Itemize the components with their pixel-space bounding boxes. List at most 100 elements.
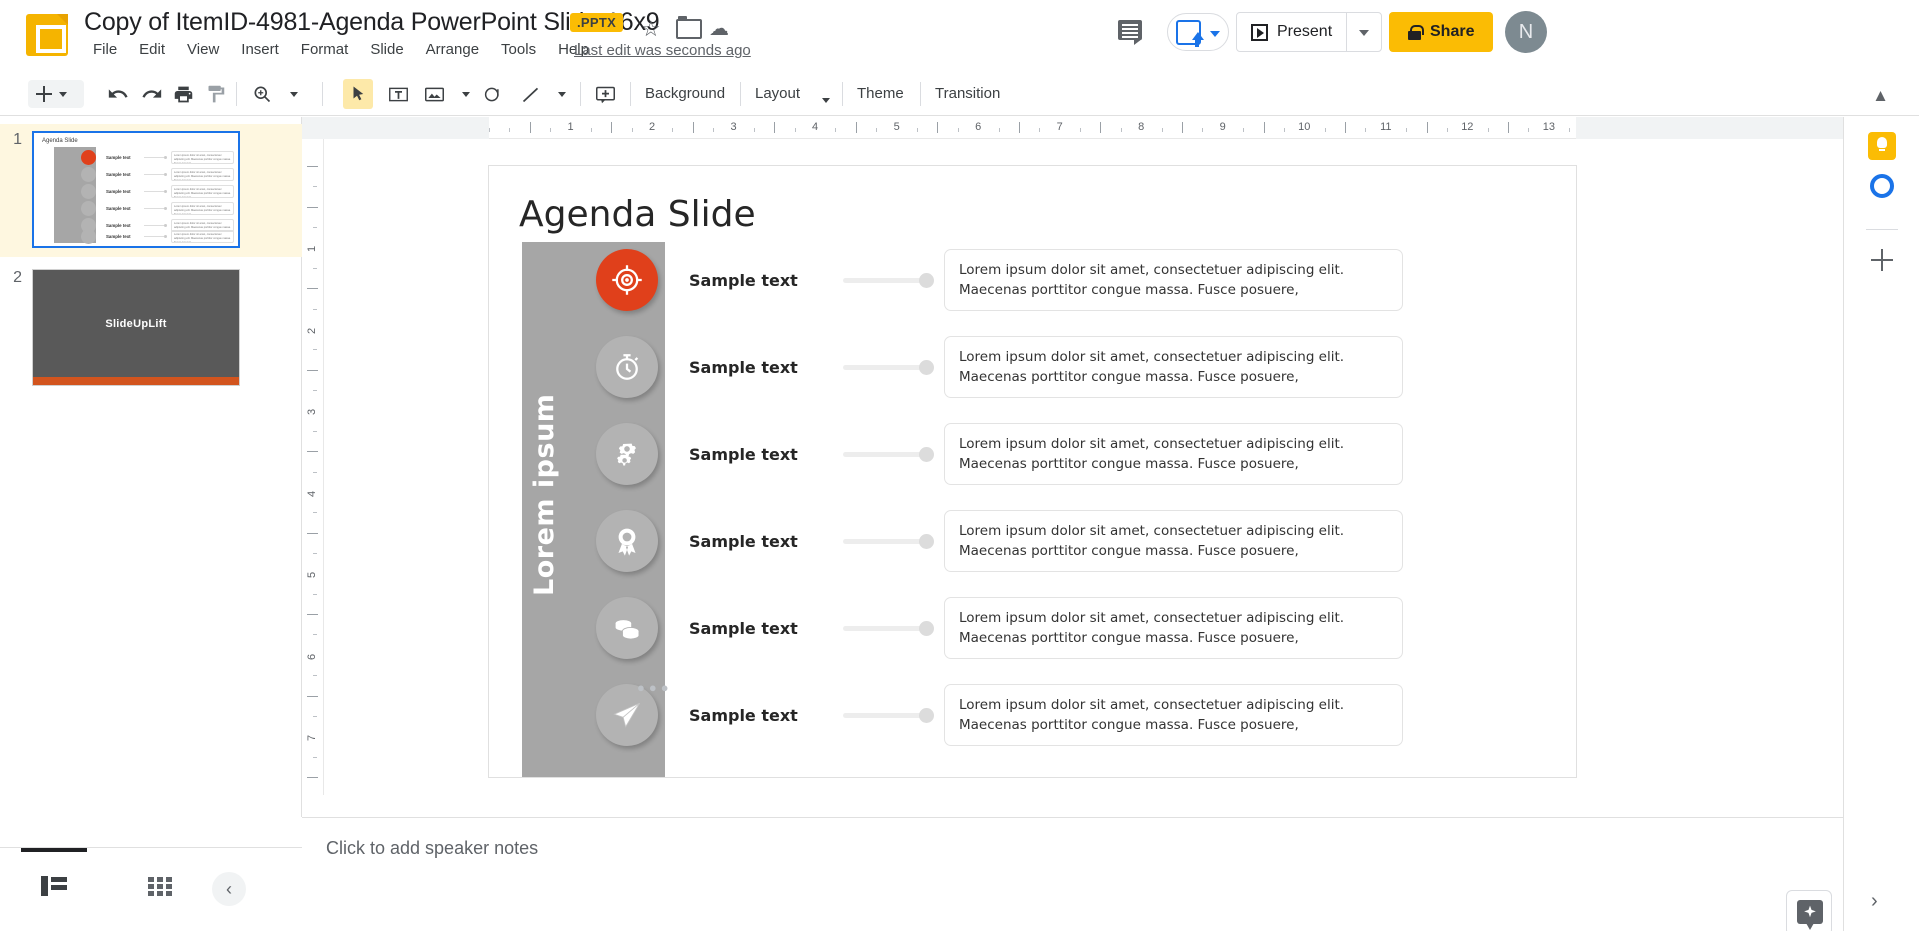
collapse-panel-icon[interactable]: ‹ [212, 872, 246, 906]
filmstrip-slide-2[interactable]: 2 SlideUpLift [0, 269, 240, 386]
zoom-icon[interactable] [252, 80, 272, 108]
vertical-ruler[interactable]: 1234567 [302, 139, 324, 795]
thumb-row-label: Sample text [106, 189, 131, 194]
chevron-down-icon[interactable] [1210, 31, 1220, 37]
grid-view-icon[interactable] [148, 877, 172, 896]
zoom-options-chevron-down-icon[interactable] [283, 80, 298, 108]
insert-image-icon[interactable] [424, 80, 445, 108]
connector-line [843, 539, 927, 544]
share-button[interactable]: Share [1389, 12, 1493, 52]
google-tasks-icon[interactable] [1868, 172, 1896, 200]
slide-thumbnail[interactable]: SlideUpLift [32, 269, 240, 386]
ruler-tick [1264, 122, 1265, 133]
agenda-row-label[interactable]: Sample text [689, 706, 798, 725]
layout-button[interactable]: Layout [755, 85, 800, 102]
background-button[interactable]: Background [645, 85, 725, 102]
cloud-saved-icon[interactable]: ☁ [709, 16, 729, 41]
shape-icon[interactable] [483, 80, 504, 108]
transition-button[interactable]: Transition [935, 85, 1000, 102]
ruler-number: 11 [1380, 121, 1391, 133]
ruler-tick [313, 431, 317, 432]
select-cursor-icon[interactable] [343, 79, 373, 109]
present-options-chevron-down-icon[interactable] [1347, 13, 1381, 51]
agenda-row-textbox[interactable]: Lorem ipsum dolor sit amet, consectetuer… [944, 423, 1403, 485]
explore-button[interactable] [1786, 890, 1832, 931]
undo-icon[interactable] [107, 80, 129, 108]
agenda-row-textbox[interactable]: Lorem ipsum dolor sit amet, consectetuer… [944, 684, 1403, 746]
avatar[interactable]: N [1505, 11, 1547, 53]
theme-button[interactable]: Theme [857, 85, 904, 102]
move-to-folder-icon[interactable] [676, 16, 698, 35]
ruler-number: 9 [1220, 121, 1226, 133]
new-slide-button[interactable] [28, 80, 84, 108]
chevron-down-icon[interactable] [59, 92, 67, 97]
thumb-connector-dot [164, 173, 167, 176]
connector-line [843, 365, 927, 370]
ruler-tick [307, 370, 318, 371]
google-slides-logo[interactable] [26, 14, 68, 56]
line-options-chevron-down-icon[interactable] [551, 80, 566, 108]
menu-item-slide[interactable]: Slide [359, 41, 414, 58]
agenda-row-textbox[interactable]: Lorem ipsum dolor sit amet, consectetuer… [944, 597, 1403, 659]
line-icon[interactable] [520, 80, 541, 108]
agenda-row-label[interactable]: Sample text [689, 358, 798, 377]
agenda-row-textbox[interactable]: Lorem ipsum dolor sit amet, consectetuer… [944, 336, 1403, 398]
filmstrip-slide-1[interactable]: 1 Agenda Slide Lorem ipsum Sample text L… [0, 131, 240, 248]
ruler-tick [856, 122, 857, 133]
menu-item-edit[interactable]: Edit [128, 41, 176, 58]
filmstrip-view-icon[interactable] [41, 876, 67, 896]
present-button[interactable]: Present [1237, 13, 1346, 51]
active-view-indicator [21, 848, 87, 852]
slide-editing-stage[interactable]: Agenda Slide Lorem ipsum Sample text Lor… [324, 139, 1843, 795]
agenda-row-textbox[interactable]: Lorem ipsum dolor sit amet, consectetuer… [944, 249, 1403, 311]
add-comment-icon[interactable] [595, 80, 616, 108]
ruler-tick [1100, 122, 1101, 133]
menu-item-arrange[interactable]: Arrange [415, 41, 490, 58]
horizontal-ruler[interactable]: 12345678910111213 [302, 117, 1843, 139]
present-label: Present [1277, 23, 1332, 41]
present-play-icon [1251, 24, 1268, 41]
publish-upload-button[interactable] [1167, 13, 1229, 51]
expand-sidebar-icon[interactable]: › [1871, 890, 1878, 913]
speaker-notes-panel[interactable]: Click to add speaker notes [302, 817, 1843, 931]
image-options-chevron-down-icon[interactable] [455, 80, 470, 108]
add-addon-icon[interactable] [1871, 249, 1893, 271]
ruler-tick [307, 451, 318, 452]
last-edit-status[interactable]: Last edit was seconds ago [574, 42, 751, 59]
ruler-tick [509, 128, 510, 132]
layout-chevron-down-icon[interactable] [815, 86, 830, 114]
agenda-row-label[interactable]: Sample text [689, 619, 798, 638]
speaker-notes-placeholder[interactable]: Click to add speaker notes [326, 838, 538, 859]
agenda-row-textbox[interactable]: Lorem ipsum dolor sit amet, consectetuer… [944, 510, 1403, 572]
collapse-toolbar-icon[interactable]: ▲ [1872, 86, 1889, 106]
redo-icon[interactable] [141, 80, 163, 108]
agenda-row-label[interactable]: Sample text [689, 532, 798, 551]
thumb-connector-dot [164, 235, 167, 238]
ruler-number: 5 [306, 572, 318, 578]
award-icon[interactable] [596, 510, 658, 572]
paint-format-icon[interactable] [205, 80, 226, 108]
menu-item-insert[interactable]: Insert [230, 41, 290, 58]
menu-item-format[interactable]: Format [290, 41, 360, 58]
ruler-tick [307, 696, 318, 697]
gears-icon[interactable] [596, 423, 658, 485]
thumb-connector [144, 157, 164, 158]
coins-icon[interactable] [596, 597, 658, 659]
menu-item-view[interactable]: View [176, 41, 230, 58]
slide-thumbnail[interactable]: Agenda Slide Lorem ipsum Sample text Lor… [32, 131, 240, 248]
google-keep-icon[interactable] [1868, 132, 1896, 160]
menu-item-tools[interactable]: Tools [490, 41, 547, 58]
star-icon[interactable]: ☆ [641, 16, 661, 42]
ruler-number: 6 [975, 121, 981, 133]
stopwatch-icon[interactable] [596, 336, 658, 398]
agenda-row-label[interactable]: Sample text [689, 445, 798, 464]
menu-item-file[interactable]: File [82, 41, 128, 58]
comment-history-icon[interactable] [1118, 20, 1144, 44]
text-box-icon[interactable] [388, 80, 409, 108]
notes-resize-handle[interactable]: ●●● [637, 680, 673, 695]
agenda-row-label[interactable]: Sample text [689, 271, 798, 290]
slide-title[interactable]: Agenda Slide [519, 194, 756, 235]
target-icon[interactable] [596, 249, 658, 311]
connector-dot [919, 621, 934, 636]
print-icon[interactable] [173, 80, 194, 108]
